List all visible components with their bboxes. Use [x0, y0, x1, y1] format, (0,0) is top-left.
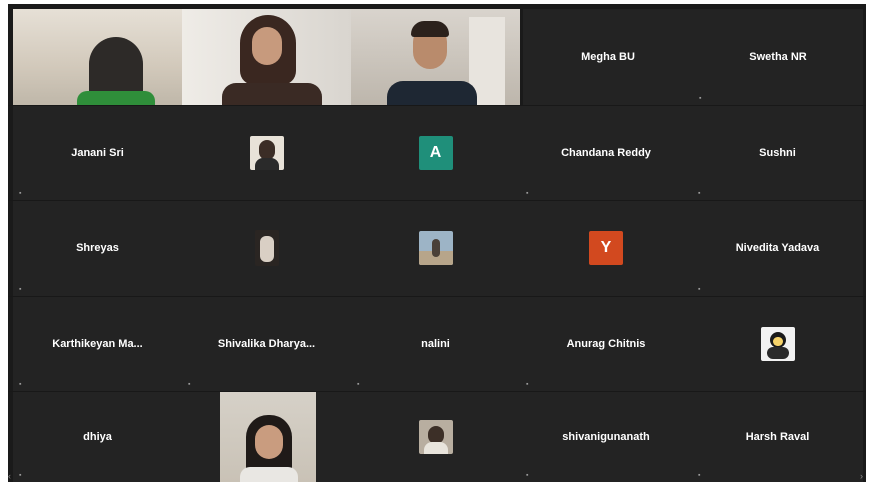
mic-muted-icon: ▪	[188, 381, 191, 388]
participant-tile[interactable]: Y	[520, 200, 692, 296]
shirt	[77, 91, 155, 105]
video-tile-1[interactable]	[13, 9, 182, 105]
face	[252, 27, 282, 65]
participant-tile[interactable]: Swetha NR ▪	[693, 9, 863, 105]
participant-name: Chandana Reddy	[561, 146, 651, 159]
mic-muted-icon: ▪	[698, 190, 701, 197]
profile-photo	[760, 326, 795, 361]
avatar-letter-y: Y	[589, 231, 623, 265]
participant-name: Shivalika Dharya...	[217, 337, 316, 350]
participant-name: Harsh Raval	[745, 430, 810, 443]
participant-tile[interactable]: A	[351, 105, 520, 200]
participant-tile[interactable]: shivanigunanath ▪	[520, 391, 692, 482]
video-tile-4[interactable]	[182, 391, 351, 482]
video-tile-2[interactable]	[182, 9, 351, 105]
participant-tile[interactable]	[692, 296, 863, 391]
participant-tile[interactable]: Shivalika Dharya... ▪	[182, 296, 351, 391]
participant-tile[interactable]	[351, 200, 520, 296]
profile-photo	[418, 231, 453, 265]
participant-name: Shreyas	[76, 242, 119, 254]
participant-name: Karthikeyan Ma...	[52, 337, 143, 350]
mic-muted-icon: ▪	[357, 381, 360, 388]
participant-name: nalini	[421, 337, 450, 350]
next-page-icon[interactable]: ›	[860, 471, 863, 481]
mic-muted-icon: ▪	[19, 381, 22, 388]
mic-muted-icon: ▪	[526, 190, 529, 197]
mic-muted-icon: ▪	[699, 95, 702, 102]
profile-photo	[254, 230, 279, 266]
shirt	[387, 81, 477, 105]
mic-muted-icon: ▪	[19, 190, 22, 197]
participant-tile[interactable]: Sushni ▪	[692, 105, 863, 200]
profile-photo	[249, 135, 284, 170]
video-tile-3[interactable]	[351, 9, 520, 105]
face	[255, 425, 283, 459]
shirt	[240, 467, 298, 482]
mic-muted-icon: ▪	[698, 472, 701, 479]
participant-name: Sushni	[759, 146, 796, 159]
participant-name: Anurag Chitnis	[566, 337, 646, 350]
participant-tile[interactable]: Anurag Chitnis ▪	[520, 296, 692, 391]
participant-tile[interactable]	[182, 105, 351, 200]
participant-name: Janani Sri	[71, 146, 124, 159]
participant-name: shivanigunanath	[562, 430, 650, 443]
hair	[411, 21, 449, 37]
participant-tile[interactable]	[182, 200, 351, 296]
participant-tile[interactable]: Janani Sri ▪	[13, 105, 182, 200]
participant-name: Nivedita Yadava	[735, 242, 820, 254]
participant-tile[interactable]: Harsh Raval ▪	[692, 391, 863, 482]
gallery-view: Megha BU Swetha NR ▪ Janani Sri ▪ A Chan…	[8, 4, 866, 482]
participant-tile[interactable]: Shreyas ▪	[13, 200, 182, 296]
participant-name: Swetha NR	[749, 51, 807, 63]
mic-muted-icon: ▪	[698, 286, 701, 293]
profile-photo	[418, 419, 453, 454]
mic-muted-icon: ▪	[19, 286, 22, 293]
participant-tile[interactable]: Karthikeyan Ma... ▪	[13, 296, 182, 391]
participant-tile[interactable]: nalini ▪	[351, 296, 520, 391]
participant-tile[interactable]: Megha BU	[523, 9, 693, 105]
participant-tile[interactable]	[351, 391, 520, 482]
participant-name: Megha BU	[581, 51, 635, 63]
participant-tile[interactable]: dhiya ▪	[13, 391, 182, 482]
shirt	[222, 83, 322, 105]
mic-muted-icon: ▪	[526, 472, 529, 479]
participant-tile[interactable]: Chandana Reddy ▪	[520, 105, 692, 200]
participant-name: dhiya	[83, 430, 112, 443]
participant-tile[interactable]: Nivedita Yadava ▪	[692, 200, 863, 296]
mic-muted-icon: ▪	[19, 472, 22, 479]
mic-muted-icon: ▪	[526, 381, 529, 388]
avatar-letter-a: A	[418, 135, 453, 170]
prev-page-icon[interactable]: ‹	[8, 471, 11, 481]
